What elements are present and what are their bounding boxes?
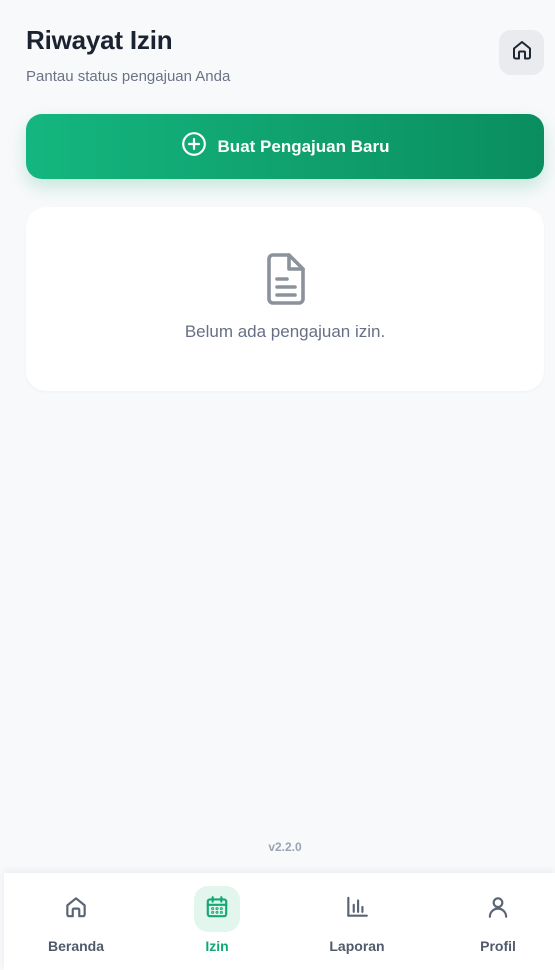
page-header: Riwayat Izin Pantau status pengajuan And… — [26, 24, 545, 86]
nav-icon-wrap — [194, 886, 240, 932]
nav-item-izin[interactable]: Izin — [147, 873, 287, 970]
nav-icon-wrap — [475, 886, 521, 932]
nav-item-beranda[interactable]: Beranda — [6, 873, 146, 970]
nav-icon-wrap — [53, 886, 99, 932]
nav-label: Izin — [205, 938, 229, 954]
home-icon — [63, 894, 89, 925]
create-request-label: Buat Pengajuan Baru — [217, 136, 390, 156]
page: Riwayat Izin Pantau status pengajuan And… — [0, 0, 555, 970]
nav-item-profil[interactable]: Profil — [428, 873, 555, 970]
nav-label: Laporan — [329, 938, 385, 954]
page-title: Riwayat Izin — [26, 25, 173, 55]
page-subtitle: Pantau status pengajuan Anda — [26, 68, 231, 85]
create-request-button[interactable]: Buat Pengajuan Baru — [26, 114, 544, 179]
empty-state-message: Belum ada pengajuan izin. — [184, 322, 386, 341]
bar-chart-icon — [344, 894, 370, 925]
home-button[interactable] — [499, 30, 544, 75]
document-icon — [263, 253, 307, 312]
nav-icon-wrap — [334, 886, 380, 932]
home-icon — [510, 38, 534, 67]
nav-item-laporan[interactable]: Laporan — [287, 873, 427, 970]
empty-state-card: Belum ada pengajuan izin. — [26, 207, 544, 391]
app-version: v2.2.0 — [268, 840, 302, 854]
calendar-icon — [204, 894, 230, 925]
plus-circle-icon — [181, 131, 207, 162]
nav-label: Beranda — [47, 938, 105, 954]
bottom-nav: Beranda Izin Laporan Profil — [4, 873, 555, 970]
user-icon — [485, 894, 511, 925]
nav-label: Profil — [480, 938, 516, 954]
